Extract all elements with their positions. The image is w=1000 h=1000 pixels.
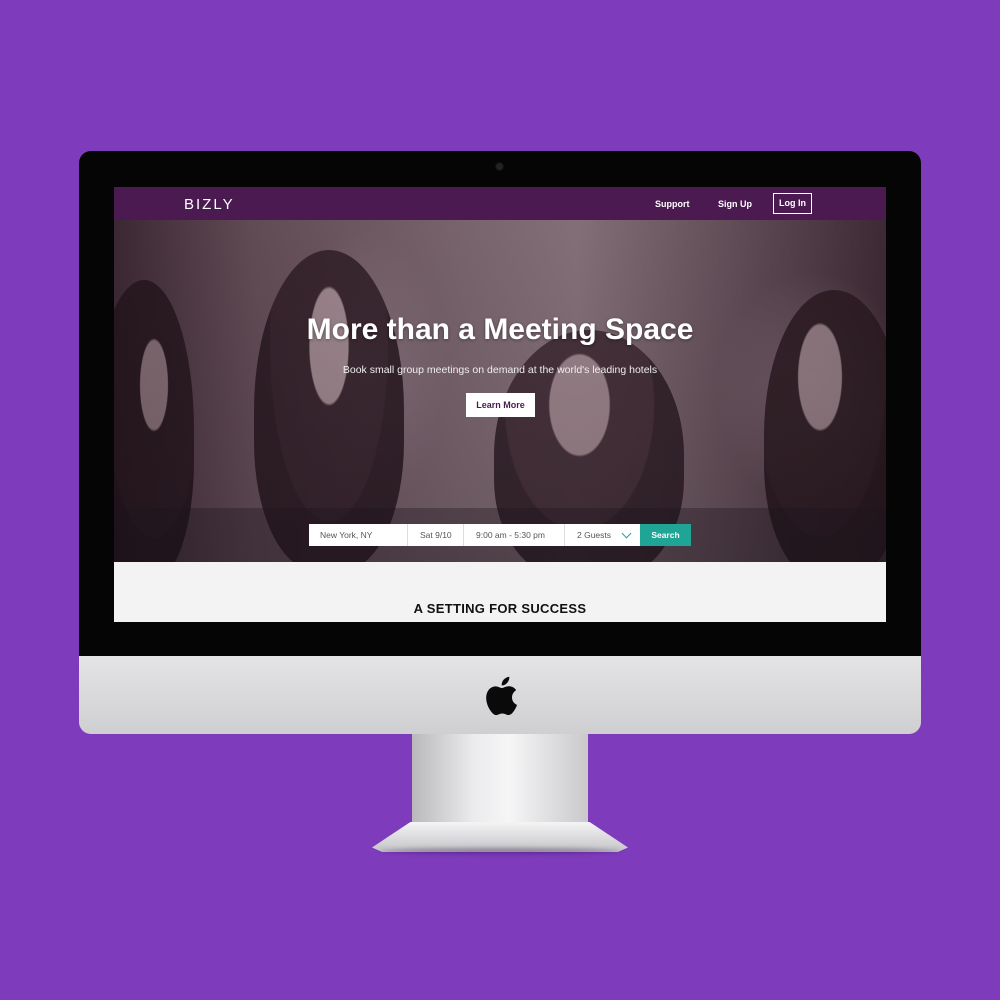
apple-logo-icon — [486, 676, 517, 716]
date-input[interactable] — [408, 524, 464, 546]
search-bar: 2 Guests — [309, 524, 640, 546]
camera-icon — [496, 163, 503, 170]
monitor-stand — [412, 734, 588, 830]
guests-select[interactable]: 2 Guests — [565, 524, 640, 546]
top-navbar: BIZLY Support Sign Up Log In — [114, 187, 886, 220]
stand-shadow — [380, 848, 620, 854]
support-link[interactable]: Support — [655, 199, 690, 209]
signup-link[interactable]: Sign Up — [718, 199, 752, 209]
time-input[interactable] — [464, 524, 565, 546]
section-heading: A SETTING FOR SUCCESS — [413, 601, 587, 616]
website-screen: BIZLY Support Sign Up Log In More than a… — [114, 187, 886, 622]
hero-section: More than a Meeting Space Book small gro… — [114, 220, 886, 562]
location-input[interactable] — [309, 524, 408, 546]
hero-title: More than a Meeting Space — [306, 313, 694, 346]
learn-more-button[interactable]: Learn More — [466, 393, 535, 417]
login-button[interactable]: Log In — [773, 193, 812, 214]
search-button[interactable]: Search — [640, 524, 691, 546]
chevron-down-icon — [621, 528, 632, 539]
hero-subtitle: Book small group meetings on demand at t… — [342, 364, 658, 376]
brand-logo[interactable]: BIZLY — [184, 196, 235, 213]
guests-value: 2 Guests — [577, 530, 612, 540]
